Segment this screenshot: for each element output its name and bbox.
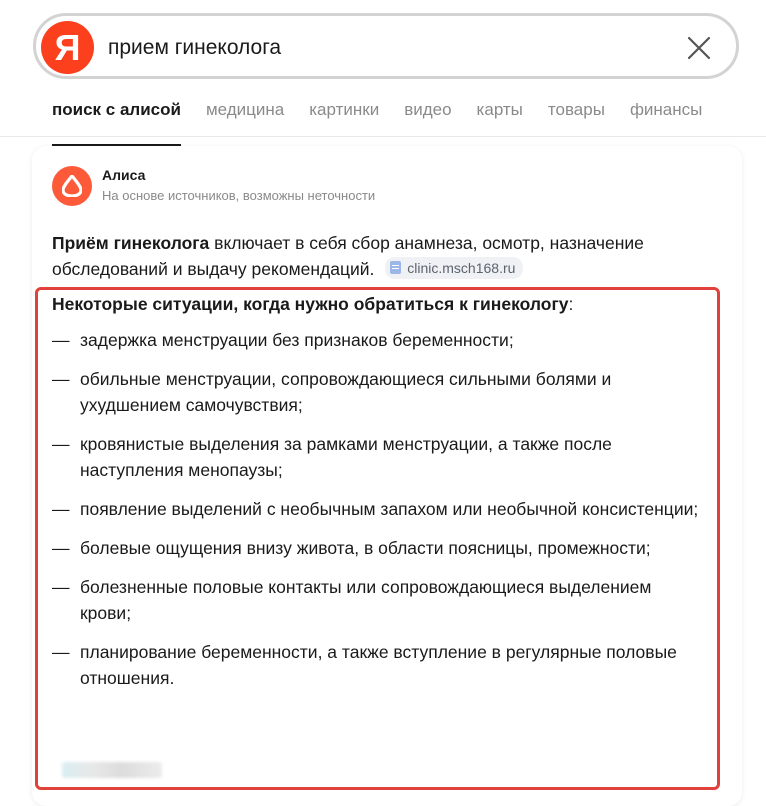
list-item: — кровянистые выделения за рамками менстр… [52, 431, 702, 483]
list-item-text: болевые ощущения внизу живота, в области… [80, 538, 651, 558]
tab-products[interactable]: товары [548, 96, 605, 136]
document-icon [390, 261, 402, 274]
tab-medicine[interactable]: медицина [206, 96, 284, 136]
situations-heading-bold: Некоторые ситуации, когда нужно обратить… [52, 294, 569, 314]
alisa-icon [52, 166, 92, 206]
situations-heading: Некоторые ситуации, когда нужно обратить… [52, 291, 573, 317]
close-icon[interactable] [684, 33, 714, 63]
list-item: — появление выделений с необычным запахом… [52, 496, 702, 522]
answer-intro: Приём гинеколога включает в себя сбор ан… [52, 230, 712, 282]
tab-images[interactable]: картинки [309, 96, 379, 136]
list-item-text: кровянистые выделения за рамками менстру… [80, 434, 612, 480]
list-item: — задержка менструации без признаков бере… [52, 327, 702, 353]
alisa-disclaimer: На основе источников, возможны неточност… [102, 188, 376, 203]
tab-alisa-search[interactable]: поиск с алисой [52, 96, 181, 146]
search-tabs: поиск с алисой медицина картинки видео к… [52, 96, 727, 146]
list-item: — болевые ощущения внизу живота, в област… [52, 535, 702, 561]
situations-heading-tail: : [568, 294, 574, 314]
list-item-text: появление выделений с необычным запахом … [80, 499, 699, 519]
intro-bold: Приём гинеколога [52, 233, 210, 253]
list-dash: — [52, 538, 70, 558]
list-item-text: задержка менструации без признаков берем… [80, 330, 514, 350]
list-dash: — [52, 369, 70, 389]
list-item-text: планирование беременности, а также вступ… [80, 642, 677, 688]
list-dash: — [52, 330, 70, 350]
list-dash: — [52, 577, 70, 597]
situations-list: — задержка менструации без признаков бере… [52, 327, 702, 704]
search-bar[interactable]: Я [33, 13, 739, 79]
tab-maps[interactable]: карты [477, 96, 523, 136]
tab-finance[interactable]: финансы [630, 96, 702, 136]
blurred-content [62, 762, 162, 778]
list-item-text: болезненные половые контакты или сопрово… [80, 577, 652, 623]
source-label: clinic.msch168.ru [407, 259, 516, 276]
list-item: — болезненные половые контакты или сопров… [52, 574, 702, 626]
alisa-name: Алиса [102, 167, 146, 183]
tab-video[interactable]: видео [404, 96, 451, 136]
list-item-text: обильные менструации, сопровождающиеся с… [80, 369, 612, 415]
list-item: — обильные менструации, сопровождающиеся … [52, 366, 702, 418]
list-dash: — [52, 642, 70, 662]
source-link[interactable]: clinic.msch168.ru [385, 256, 524, 279]
tabs-divider [0, 136, 766, 137]
list-dash: — [52, 499, 70, 519]
search-input[interactable] [108, 33, 668, 63]
yandex-logo-icon[interactable]: Я [41, 21, 94, 74]
list-item: — планирование беременности, а также всту… [52, 639, 702, 691]
list-dash: — [52, 434, 70, 454]
